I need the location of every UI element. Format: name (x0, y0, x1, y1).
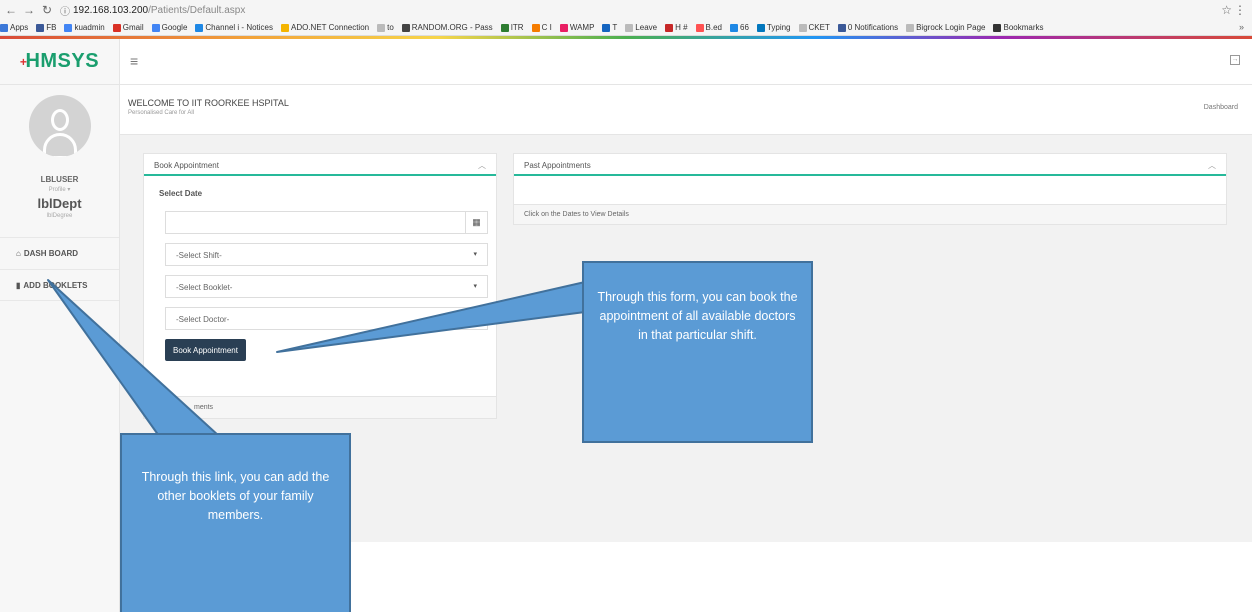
callout-form-text: Through this form, you can book the appo… (597, 290, 798, 342)
callout-link-pointer (47, 279, 220, 437)
callout-link-text: Through this link, you can add the other… (141, 470, 330, 522)
callout-form-pointer (276, 281, 586, 353)
